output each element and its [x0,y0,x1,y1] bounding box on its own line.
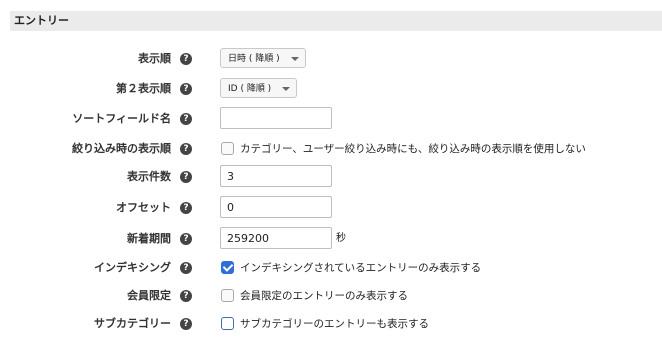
row-new-period: 新着期間 ? 秒 [0,227,662,251]
members-only-checkbox-label[interactable]: 会員限定のエントリーのみ表示する [240,288,408,304]
row-count: 表示件数 ? [0,165,662,189]
help-icon[interactable]: ? [180,233,192,245]
row-filter-order: 絞り込み時の表示順 ? カテゴリー、ユーザー絞り込み時にも、絞り込み時の表示順を… [0,137,662,161]
help-icon[interactable]: ? [180,143,192,155]
row-indexing: インデキシング ? インデキシングされているエントリーのみ表示する [0,256,662,280]
help-icon[interactable]: ? [180,290,192,302]
row-members-only: 会員限定 ? 会員限定のエントリーのみ表示する [0,284,662,308]
offset-input[interactable] [220,196,332,218]
row-order: 表示順 ? 日時 ( 降順 ) [0,47,662,71]
order-label: 表示順 [138,52,171,65]
order-select-value: 日時 ( 降順 ) [228,54,280,64]
count-label: 表示件数 [127,170,171,183]
indexing-label: インデキシング [94,261,171,274]
order2-select-value: ID ( 降順 ) [228,84,272,94]
filter-order-checkbox[interactable] [221,142,234,155]
row-sort-field: ソートフィールド名 ? [0,107,662,131]
filter-order-checkbox-label[interactable]: カテゴリー、ユーザー絞り込み時にも、絞り込み時の表示順を使用しない [240,141,586,157]
order2-label: 第２表示順 [116,82,171,95]
indexing-checkbox-label[interactable]: インデキシングされているエントリーのみ表示する [240,260,481,276]
members-only-checkbox[interactable] [221,289,234,302]
sort-field-label: ソートフィールド名 [72,112,171,125]
chevron-down-icon [291,57,299,61]
subcategory-label: サブカテゴリー [94,317,171,330]
row-offset: オフセット ? [0,196,662,220]
help-icon[interactable]: ? [180,318,192,330]
help-icon[interactable]: ? [180,202,192,214]
row-subcategory: サブカテゴリー ? サブカテゴリーのエントリーも表示する [0,312,662,336]
chevron-down-icon [282,87,290,91]
order-select[interactable]: 日時 ( 降順 ) [220,48,306,68]
indexing-checkbox[interactable] [221,261,234,274]
filter-order-label: 絞り込み時の表示順 [72,142,171,155]
help-icon[interactable]: ? [180,53,192,65]
help-icon[interactable]: ? [180,262,192,274]
section-header: エントリー [10,11,662,31]
members-only-label: 会員限定 [127,289,171,302]
new-period-unit: 秒 [336,233,346,244]
new-period-label: 新着期間 [127,232,171,245]
subcategory-checkbox-label[interactable]: サブカテゴリーのエントリーも表示する [240,316,429,332]
subcategory-checkbox[interactable] [221,317,234,330]
row-order2: 第２表示順 ? ID ( 降順 ) [0,77,662,101]
help-icon[interactable]: ? [180,83,192,95]
help-icon[interactable]: ? [180,171,192,183]
section-title: エントリー [14,14,69,27]
sort-field-input[interactable] [220,107,332,129]
new-period-input[interactable] [220,227,332,249]
help-icon[interactable]: ? [180,113,192,125]
count-input[interactable] [220,165,332,187]
order2-select[interactable]: ID ( 降順 ) [220,78,297,98]
offset-label: オフセット [116,201,171,214]
